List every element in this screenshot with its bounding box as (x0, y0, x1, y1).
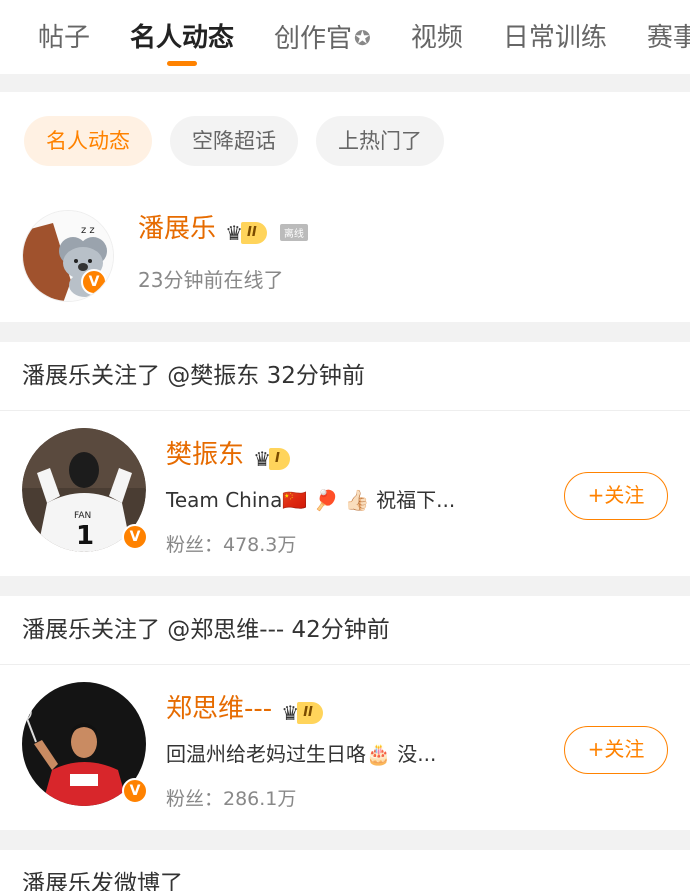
verified-badge-icon: V (122, 778, 148, 804)
feed-item-header: 潘展乐发微博了 (0, 850, 690, 891)
profile-header[interactable]: z z V 潘展乐 ♛ II 离线 23分钟前在线了 (22, 210, 682, 310)
vip-badge: ♛ I (253, 447, 290, 471)
avatar[interactable]: z z V (22, 210, 114, 302)
verified-badge-icon: V (122, 524, 148, 550)
tab-label: 创作官 (274, 24, 353, 54)
user-name-row: 樊振东 ♛ I (166, 434, 290, 471)
active-tab-indicator (167, 61, 198, 66)
feed-header-text: 潘展乐关注了 @樊振东 32分钟前 (22, 363, 365, 389)
tab-events[interactable]: 赛事 (627, 20, 690, 60)
tab-daily-training[interactable]: 日常训练 (483, 20, 627, 60)
creator-badge-icon: ✪ (354, 26, 371, 50)
follow-button[interactable]: +关注 (564, 472, 668, 520)
fans-count: 粉丝：286.1万 (166, 788, 297, 810)
avatar[interactable]: FAN 1 V (22, 428, 148, 552)
feed-item-user-card[interactable]: V 郑思维--- ♛ II 回温州给老妈过生日咯🎂 没... 粉丝：286.1万 … (0, 664, 690, 830)
feed-item-header: 潘展乐关注了 @樊振东 32分钟前 (0, 342, 690, 410)
user-name[interactable]: 郑思维--- (166, 694, 272, 724)
chip-airdrop-topic[interactable]: 空降超话 (170, 116, 298, 166)
feed-item-header: 潘展乐关注了 @郑思维--- 42分钟前 (0, 596, 690, 664)
divider (0, 410, 690, 411)
tab-celebrity-updates[interactable]: 名人动态 (110, 20, 254, 66)
user-bio: Team China🇨🇳 🏓 👍🏻 祝福下... (166, 488, 456, 512)
feed-header-text: 潘展乐发微博了 (22, 871, 183, 891)
tab-label: 视频 (410, 23, 463, 53)
feed-header-text: 潘展乐关注了 @郑思维--- 42分钟前 (22, 617, 390, 643)
tab-label: 名人动态 (130, 23, 235, 53)
user-bio: 回温州给老妈过生日咯🎂 没... (166, 742, 437, 766)
profile-name-row: 潘展乐 ♛ II 离线 (138, 208, 308, 245)
follow-button[interactable]: +关注 (564, 726, 668, 774)
vip-badge: ♛ II (225, 221, 267, 245)
divider (0, 664, 690, 665)
profile-card: 名人动态 空降超话 上热门了 z z V 潘展乐 ♛ II 离线 23分钟前在线… (0, 92, 690, 322)
fans-count: 粉丝：478.3万 (166, 534, 297, 556)
tab-posts[interactable]: 帖子 (0, 20, 110, 60)
tab-label: 帖子 (38, 23, 91, 53)
svg-text:FAN: FAN (74, 511, 91, 521)
vip-badge: ♛ II (281, 701, 323, 725)
tab-creator[interactable]: 创作官 ✪ (254, 20, 391, 60)
avatar[interactable]: V (22, 682, 148, 806)
offline-badge: 离线 (279, 224, 308, 241)
vip-level: I (269, 447, 290, 470)
tab-label: 日常训练 (502, 23, 607, 53)
chip-celebrity-updates[interactable]: 名人动态 (24, 116, 152, 166)
user-name-row: 郑思维--- ♛ II (166, 688, 323, 725)
profile-name[interactable]: 潘展乐 (138, 214, 216, 244)
svg-text:1: 1 (76, 521, 94, 551)
tab-video[interactable]: 视频 (391, 20, 483, 60)
verified-badge-icon: V (81, 269, 107, 295)
chip-trending[interactable]: 上热门了 (316, 116, 444, 166)
top-tab-bar: 帖子 名人动态 创作官 ✪ 视频 日常训练 赛事 (0, 0, 690, 74)
feed-item-user-card[interactable]: FAN 1 V 樊振东 ♛ I Team China🇨🇳 🏓 👍🏻 祝福下... … (0, 410, 690, 576)
online-status-text: 23分钟前在线了 (138, 268, 284, 292)
vip-level: II (297, 701, 323, 724)
svg-text:z z: z z (81, 225, 95, 236)
tab-label: 赛事 (646, 23, 690, 53)
user-name[interactable]: 樊振东 (166, 440, 244, 470)
filter-chips: 名人动态 空降超话 上热门了 (24, 116, 444, 166)
vip-level: II (241, 221, 267, 244)
